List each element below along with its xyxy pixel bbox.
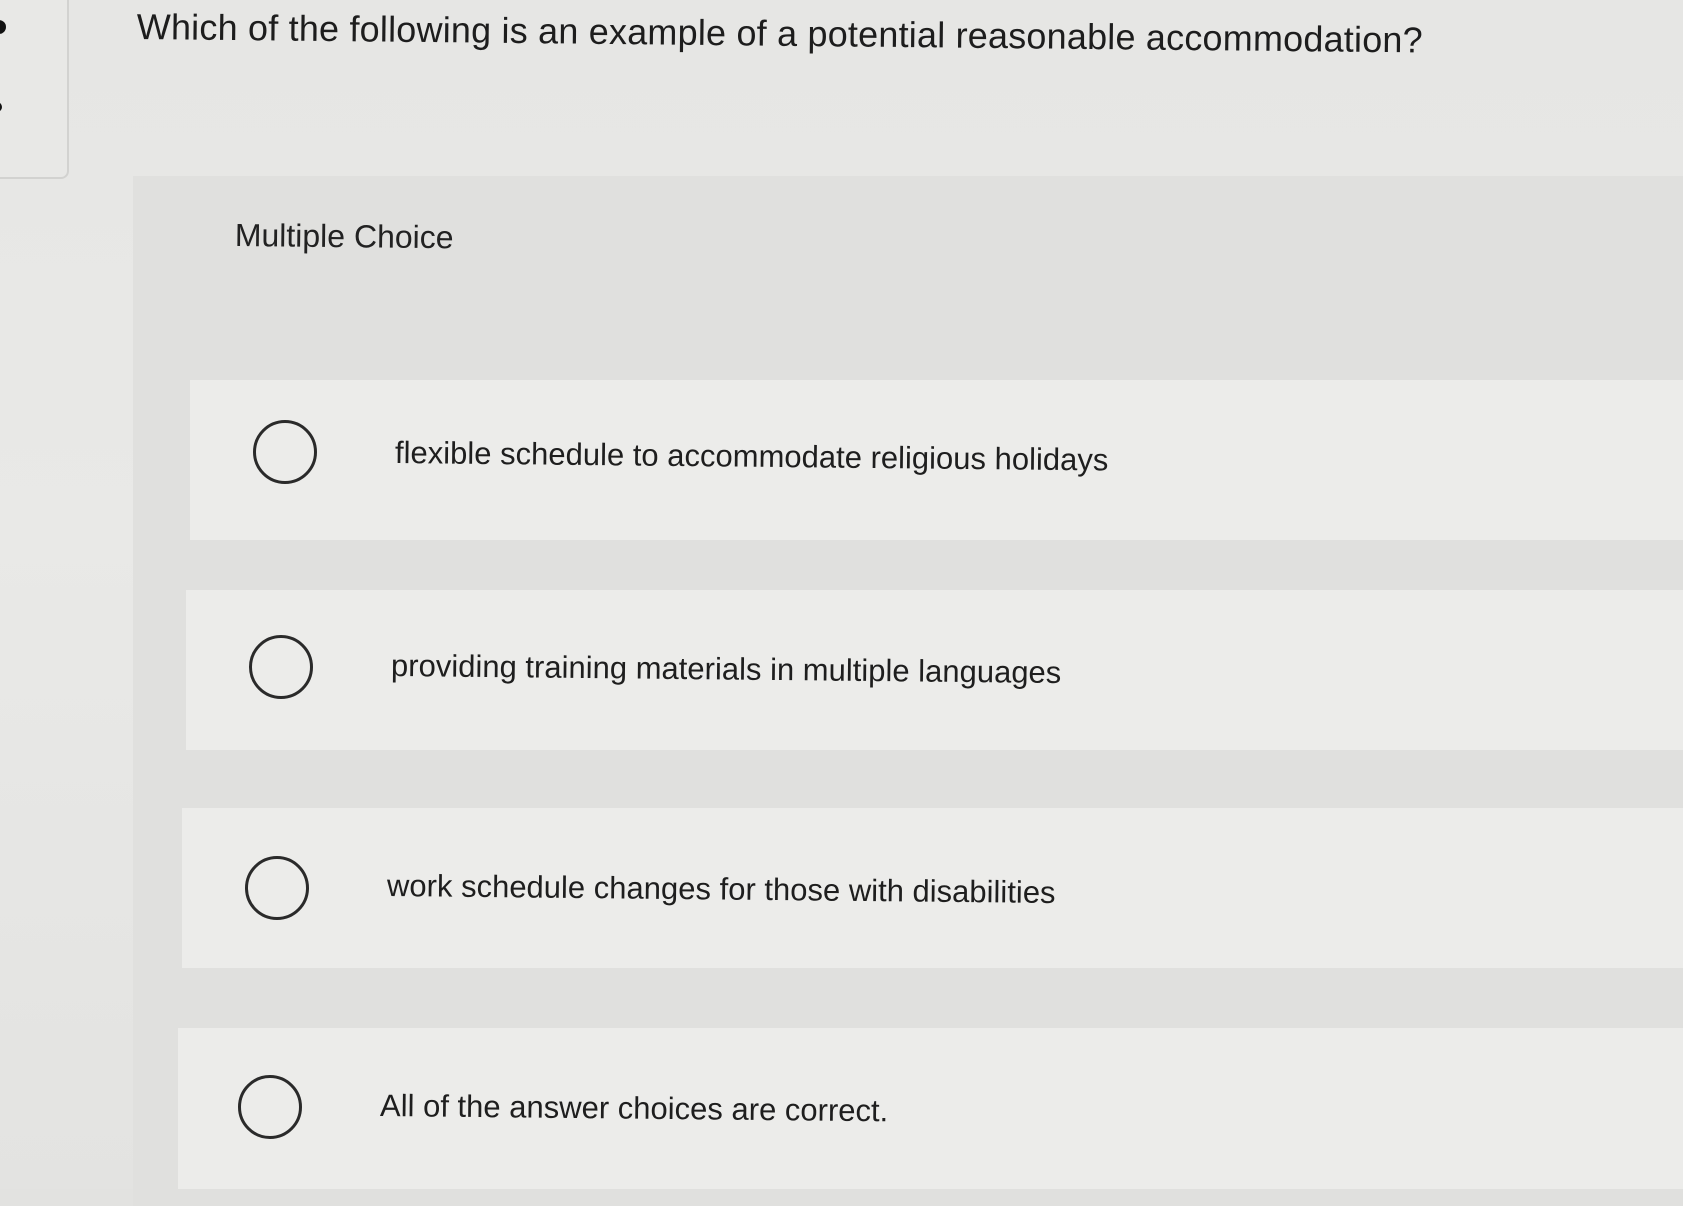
radio-button[interactable] xyxy=(253,420,317,484)
radio-button[interactable] xyxy=(249,635,313,699)
answer-choice-3[interactable]: work schedule changes for those with dis… xyxy=(182,808,1683,968)
answer-choice-label: work schedule changes for those with dis… xyxy=(386,868,1056,911)
question-prompt: Which of the following is an example of … xyxy=(136,6,1424,61)
radio-button[interactable] xyxy=(238,1075,302,1139)
answer-choice-label: providing training materials in multiple… xyxy=(390,648,1062,691)
answer-choice-label: flexible schedule to accommodate religio… xyxy=(394,435,1109,478)
answer-choice-2[interactable]: providing training materials in multiple… xyxy=(186,590,1683,750)
answer-choice-4[interactable]: All of the answer choices are correct. xyxy=(178,1028,1683,1189)
page: Which of the following is an example of … xyxy=(0,0,1683,1206)
answer-choice-1[interactable]: flexible schedule to accommodate religio… xyxy=(190,380,1683,540)
radio-button[interactable] xyxy=(245,856,309,920)
question-type-label: Multiple Choice xyxy=(234,217,454,256)
side-tab xyxy=(0,0,69,179)
answer-choice-label: All of the answer choices are correct. xyxy=(379,1088,889,1129)
